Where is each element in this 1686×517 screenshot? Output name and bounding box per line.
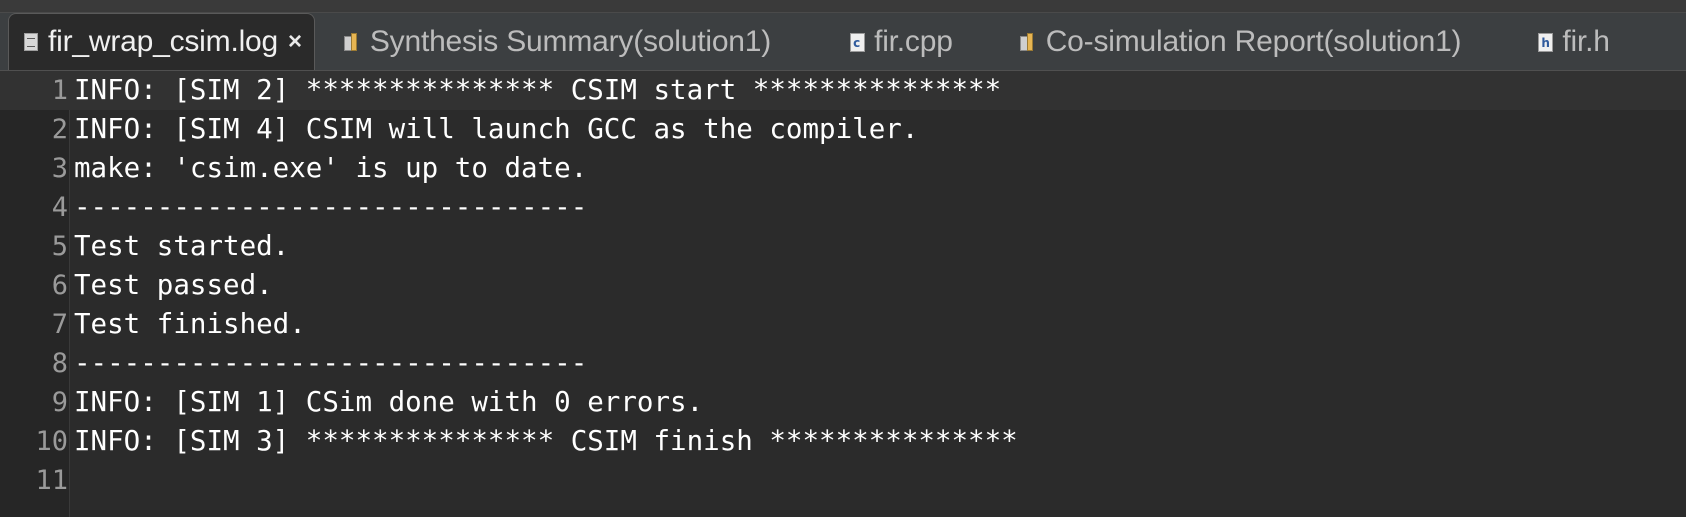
editor-line[interactable]: 1 INFO: [SIM 2] *************** CSIM sta… <box>0 71 1686 110</box>
tab-fir-h[interactable]: h fir.h <box>1523 14 1627 70</box>
editor-tab-bar: fir_wrap_csim.log × Synthesis Summary(so… <box>0 13 1686 71</box>
editor-line[interactable]: 7 Test finished. <box>0 305 1686 344</box>
editor-line[interactable]: 8 ------------------------------- <box>0 344 1686 383</box>
tab-label: fir_wrap_csim.log <box>48 25 279 58</box>
editor-line[interactable]: 9 INFO: [SIM 1] CSim done with 0 errors. <box>0 383 1686 422</box>
line-text[interactable]: ------------------------------- <box>70 188 587 227</box>
tab-label: fir.cpp <box>874 25 953 58</box>
line-text[interactable]: Test passed. <box>70 266 273 305</box>
line-text[interactable] <box>70 461 74 500</box>
editor-line[interactable]: 4 ------------------------------- <box>0 188 1686 227</box>
line-text[interactable]: INFO: [SIM 2] *************** CSIM start… <box>70 71 1001 110</box>
report-icon <box>1019 31 1039 53</box>
line-text[interactable]: ------------------------------- <box>70 344 587 383</box>
ide-editor-window: fir_wrap_csim.log × Synthesis Summary(so… <box>0 0 1686 517</box>
editor-line[interactable]: 11 <box>0 461 1686 500</box>
editor-line[interactable]: 10 INFO: [SIM 3] *************** CSIM fi… <box>0 422 1686 461</box>
editor-line[interactable]: 5 Test started. <box>0 227 1686 266</box>
line-number: 6 <box>51 270 68 301</box>
tab-synthesis-summary[interactable]: Synthesis Summary(solution1) <box>331 14 789 70</box>
editor-line[interactable]: 2 INFO: [SIM 4] CSIM will launch GCC as … <box>0 110 1686 149</box>
line-number: 11 <box>35 465 68 496</box>
line-text[interactable]: INFO: [SIM 3] *************** CSIM finis… <box>70 422 1018 461</box>
header-file-icon: h <box>1535 31 1555 53</box>
line-number: 5 <box>51 231 68 262</box>
editor-line[interactable]: 3 make: 'csim.exe' is up to date. <box>0 149 1686 188</box>
line-number: 2 <box>51 114 68 145</box>
c-source-file-icon: c <box>847 31 867 53</box>
line-number: 10 <box>35 426 68 457</box>
line-number: 4 <box>51 192 68 223</box>
line-number: 1 <box>51 75 68 106</box>
line-text[interactable]: Test finished. <box>70 305 306 344</box>
tab-label: Co-simulation Report(solution1) <box>1045 25 1462 58</box>
log-editor[interactable]: 1 INFO: [SIM 2] *************** CSIM sta… <box>0 71 1686 517</box>
report-icon <box>343 31 363 53</box>
tab-fir-wrap-csim-log[interactable]: fir_wrap_csim.log × <box>8 13 315 70</box>
tab-label: fir.h <box>1562 25 1610 58</box>
line-text[interactable]: INFO: [SIM 4] CSIM will launch GCC as th… <box>70 110 918 149</box>
tab-label: Synthesis Summary(solution1) <box>369 25 772 58</box>
tab-cosimulation-report[interactable]: Co-simulation Report(solution1) <box>1007 14 1480 70</box>
line-number: 8 <box>51 348 68 379</box>
log-file-icon <box>21 31 41 53</box>
line-text[interactable]: INFO: [SIM 1] CSim done with 0 errors. <box>70 383 703 422</box>
line-number: 7 <box>51 309 68 340</box>
editor-line[interactable]: 6 Test passed. <box>0 266 1686 305</box>
line-number: 9 <box>51 387 68 418</box>
tab-fir-cpp[interactable]: c fir.cpp <box>835 14 971 70</box>
line-text[interactable]: make: 'csim.exe' is up to date. <box>70 149 587 188</box>
line-number: 3 <box>51 153 68 184</box>
close-icon[interactable]: × <box>288 30 302 54</box>
line-text[interactable]: Test started. <box>70 227 289 266</box>
window-top-border <box>0 0 1686 13</box>
